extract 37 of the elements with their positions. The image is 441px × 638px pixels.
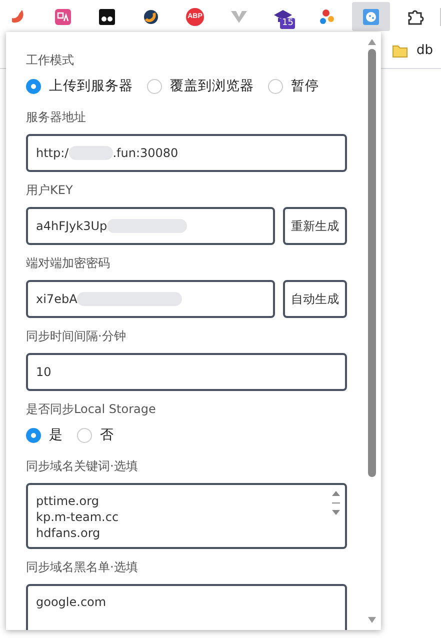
input-field[interactable]: 10 [26, 353, 347, 391]
auto-generate-button[interactable]: 自动生成 [283, 280, 347, 318]
input-field[interactable]: a4hFJyk3Up [26, 207, 275, 245]
input-field[interactable]: xi7ebA [26, 280, 275, 318]
puzzle-icon [406, 8, 424, 26]
radio-option[interactable]: 上传到服务器 [26, 77, 133, 95]
regenerate-button[interactable]: 重新生成 [283, 207, 347, 245]
radio-option[interactable]: 覆盖到浏览器 [147, 77, 254, 95]
redaction-blur [68, 146, 113, 160]
field-label: 端对端加密密码 [26, 255, 111, 272]
scroll-up-icon[interactable] [367, 38, 377, 46]
molecule-icon [319, 8, 335, 24]
radio-option[interactable]: 是 [26, 426, 63, 444]
extension-button[interactable]: 15 [264, 2, 302, 31]
field-label: 服务器地址 [26, 109, 87, 126]
count-badge: 15 [280, 18, 296, 28]
chevron-icon [231, 10, 247, 22]
input-field[interactable]: http:/ .fun:30080 [26, 134, 347, 172]
field-label: 同步时间间隔·分钟 [26, 328, 127, 345]
field-label: 同步域名关键词·选填 [26, 458, 139, 475]
bookmark-folder[interactable]: db [388, 43, 437, 58]
text-area[interactable]: google.com [26, 584, 347, 630]
scroll-down-icon[interactable] [367, 616, 377, 624]
field-label: 工作模式 [26, 52, 75, 69]
radio-option[interactable]: 否 [77, 426, 114, 444]
cookie-icon [363, 8, 379, 24]
snake-icon [12, 8, 26, 24]
swirl-icon [143, 8, 159, 24]
field-label: 同步域名黑名单·选填 [26, 559, 139, 576]
field-label: 是否同步Local Storage [26, 401, 157, 418]
field-label: 用户KEY [26, 182, 74, 199]
folder-icon [392, 44, 408, 58]
translate-icon [55, 8, 71, 24]
eyes-icon [99, 8, 115, 24]
graduation-cap-icon [274, 10, 292, 24]
radio-option[interactable]: 暂停 [268, 77, 319, 95]
text-area[interactable]: pttime.org kp.m-team.cc hdfans.org [26, 483, 347, 549]
